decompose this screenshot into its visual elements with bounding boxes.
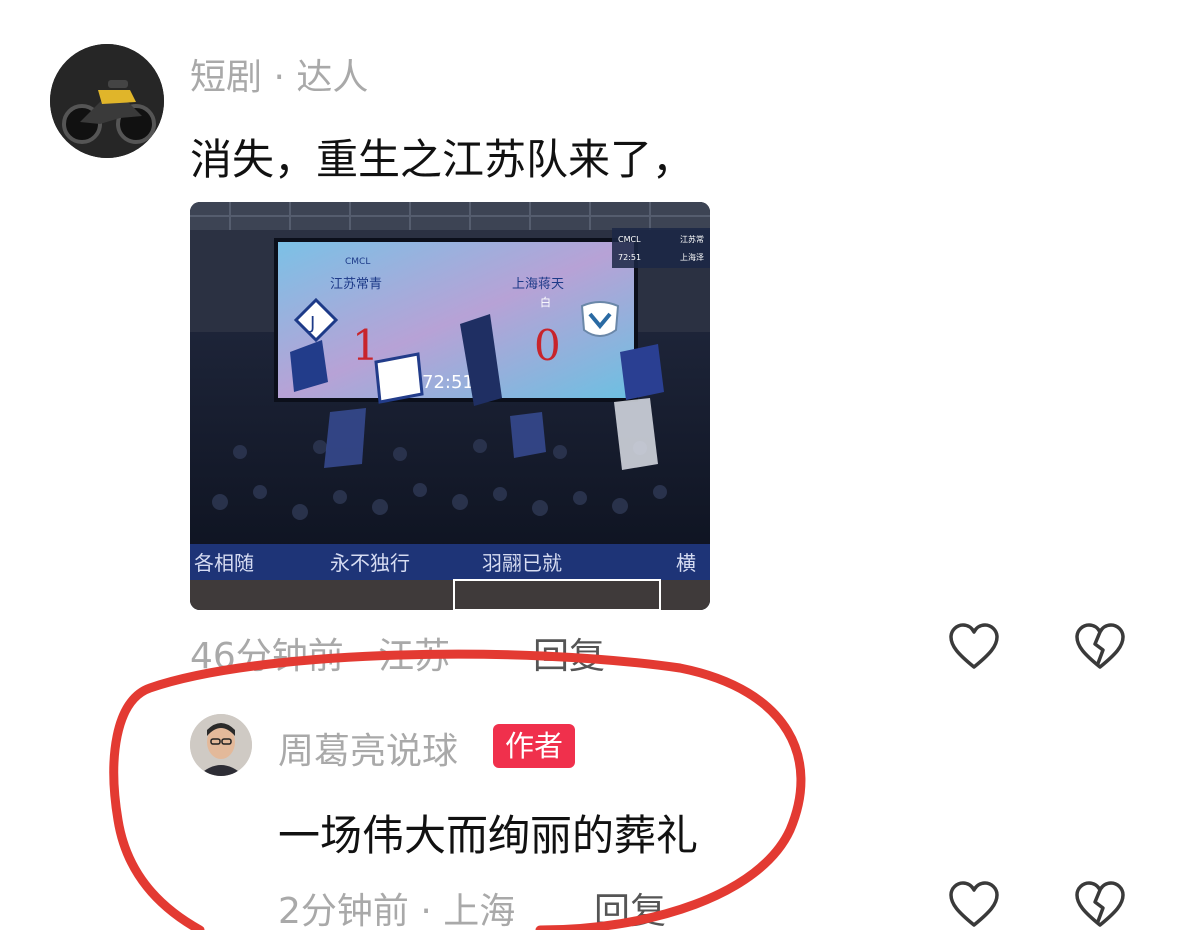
away-crest-icon	[580, 301, 620, 337]
reply-button[interactable]: 回复	[594, 882, 666, 934]
avatar[interactable]	[50, 44, 164, 158]
overlay-clock: 72:51	[618, 253, 641, 262]
stadium-photo: CMCL 江苏常青 上海蒋天 白 J 1 0 72:51 CMCL 72:51 …	[190, 202, 710, 610]
broken-heart-icon[interactable]	[1074, 622, 1126, 676]
scoreboard-away-team: 上海蒋天	[512, 277, 564, 292]
heart-outline-icon[interactable]	[948, 880, 1000, 934]
motorcycle-avatar-icon	[50, 44, 164, 158]
banner-text-3: 羽翮已就	[482, 551, 562, 575]
comment-text: 一场伟大而绚丽的葬礼	[278, 811, 699, 860]
banner-text-2: 永不独行	[330, 551, 410, 575]
overlay-league: CMCL	[618, 235, 641, 244]
reply-button[interactable]: 回复	[533, 627, 605, 679]
scoreboard-home-team: 江苏常青	[330, 276, 382, 292]
comment-username[interactable]: 短剧 · 达人	[190, 48, 368, 100]
banner-text-1: 各相随	[194, 551, 254, 575]
comment-photo[interactable]: CMCL 江苏常青 上海蒋天 白 J 1 0 72:51 CMCL 72:51 …	[190, 202, 710, 610]
comment-time-location: 2分钟前 · 上海	[278, 891, 516, 932]
comment-text: 消失，重生之江苏队来了，	[190, 135, 695, 184]
scoreboard-clock: 72:51	[422, 372, 474, 393]
banner-text-4: 横	[676, 551, 696, 575]
heart-outline-icon[interactable]	[948, 622, 1000, 676]
comment-username[interactable]: 周葛亮说球	[278, 722, 458, 774]
overlay-away: 上海泽	[680, 252, 704, 262]
person-avatar-icon	[190, 714, 252, 776]
comment-time-location: 46分钟前 · 江苏	[190, 636, 451, 677]
scoreboard-league: CMCL	[345, 257, 370, 267]
svg-text:J: J	[309, 313, 315, 334]
author-avatar[interactable]	[190, 714, 252, 776]
author-badge: 作者	[493, 724, 576, 768]
scoreboard-away-note: 白	[540, 295, 551, 309]
overlay-home: 江苏常	[680, 234, 704, 244]
broken-heart-icon[interactable]	[1074, 880, 1126, 934]
scoreboard-away-score: 0	[534, 321, 561, 370]
